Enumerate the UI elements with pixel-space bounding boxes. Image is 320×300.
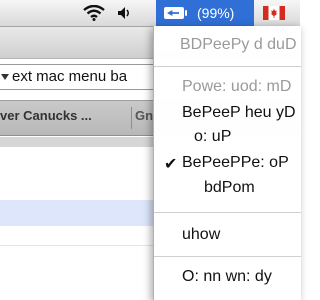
canada-flag-icon[interactable] (263, 6, 285, 20)
battery-menu-extra[interactable]: (99%) (156, 0, 254, 26)
dropdown-triangle-icon[interactable] (1, 74, 9, 80)
bookmark-divider (131, 107, 132, 129)
selected-row (0, 200, 160, 226)
power-source-item: Powe: uod: mD (182, 78, 292, 95)
checkmark-icon: ✔ (164, 156, 178, 173)
menu-separator (154, 212, 301, 213)
battery-status-item: BDPeePy d duD (180, 36, 297, 53)
battery-percent: (99%) (197, 5, 235, 21)
menu-item-checked[interactable]: BePeePPe: oP (182, 154, 289, 172)
bookmark-item[interactable]: ver Canucks ... (0, 108, 130, 128)
menubar: (99%) (0, 0, 300, 27)
menu-item[interactable]: bdPom (204, 179, 255, 197)
menu-item[interactable]: O: nn wn: dy (182, 268, 272, 286)
battery-dropdown-menu: BDPeePy d duD Powe: uod: mD BePeeP heu y… (153, 26, 301, 300)
volume-icon[interactable] (115, 0, 133, 26)
menu-item[interactable]: uhow (182, 226, 220, 244)
wifi-icon[interactable] (82, 0, 106, 26)
menu-item[interactable]: BePeeP heu yD (182, 104, 296, 122)
search-text: ext mac menu ba (12, 68, 128, 85)
search-input[interactable]: ext mac menu ba (0, 64, 171, 90)
menu-item[interactable]: o: uP (194, 128, 231, 146)
menu-separator (154, 66, 301, 67)
battery-charging-icon (164, 7, 187, 19)
menu-separator (154, 256, 301, 257)
